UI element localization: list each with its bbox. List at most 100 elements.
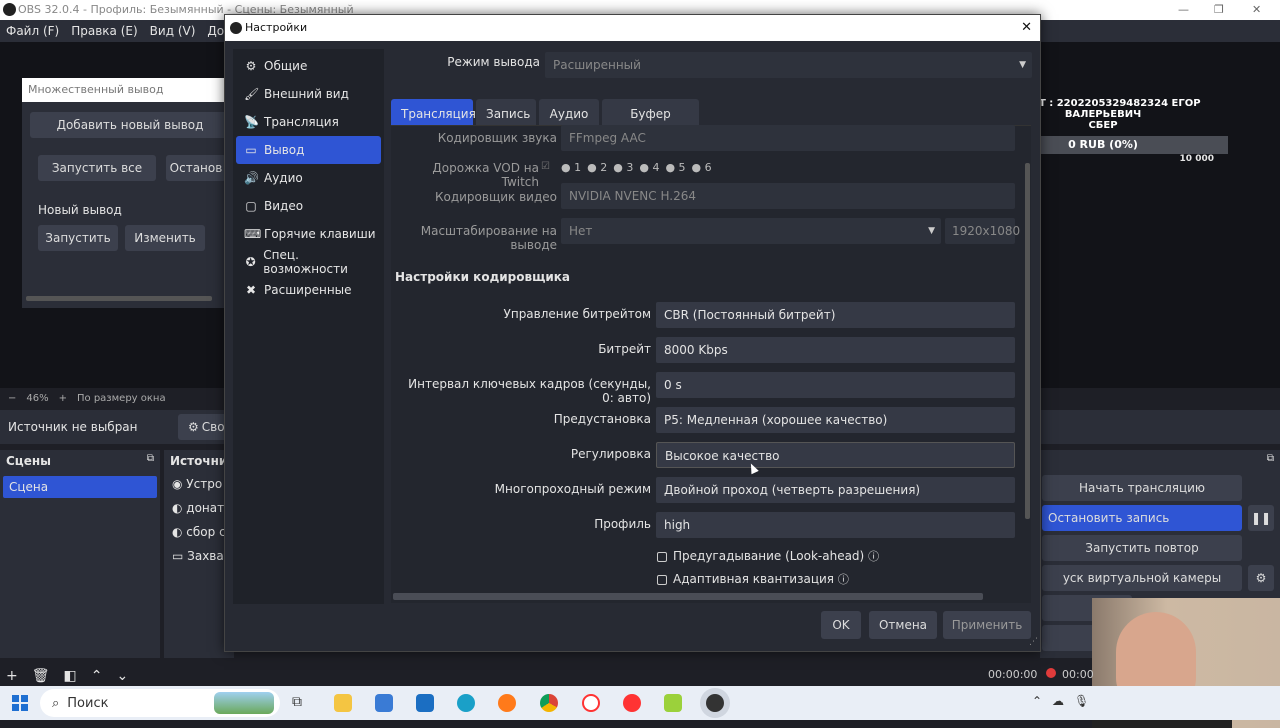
audio-encoder-field[interactable]: FFmpeg AAC [561,125,1015,151]
track-radio-4[interactable]: ● 4 [639,161,659,174]
tray-microphone-icon[interactable]: 🎙 [1074,694,1089,708]
track-radio-3[interactable]: ● 3 [613,161,633,174]
pause-record-button[interactable]: ❚❚ [1248,505,1274,531]
globe-icon: ◐ [172,525,187,539]
arrow-down-icon[interactable]: ⌄ [116,668,128,684]
scene-item[interactable]: Сцена [3,476,157,498]
vertical-scrollbar[interactable] [1025,163,1030,519]
yandex-browser-icon[interactable] [582,694,600,712]
properties-button[interactable]: ⚙ Сво [178,414,230,440]
firefox-icon[interactable] [498,694,516,712]
file-explorer-icon[interactable] [334,694,352,712]
edit-output-button[interactable]: Изменить [125,225,205,251]
source-status: Источник не выбран [8,420,138,434]
output-mode-select[interactable]: Расширенный ▼ [545,52,1032,78]
nav-label: Вывод [264,143,305,157]
stop-record-button[interactable]: Остановить запись [1042,505,1242,531]
virtual-camera-button[interactable]: уск виртуальной камеры [1042,565,1242,591]
rate-control-select[interactable]: CBR (Постоянный битрейт) [656,302,1015,328]
add-output-button[interactable]: Добавить новый вывод [30,112,230,138]
rescale-select[interactable]: Нет ▼ [561,218,941,244]
dock-float-icon[interactable]: ⧉ [147,453,154,464]
keyframe-input[interactable]: 0 s [656,372,1015,398]
menu-edit[interactable]: Правка (E) [71,24,137,38]
track-radio-2[interactable]: ● 2 [587,161,607,174]
tray-chevron-icon[interactable]: ⌃ [1032,694,1042,708]
video-encoder-field[interactable]: NVIDIA NVENC H.264 [561,183,1015,209]
multipass-label: Многопроходный режим [494,482,651,496]
tray-cloud-icon[interactable]: ☁ [1052,694,1064,708]
nav-stream[interactable]: 📡 Трансляция [236,108,381,136]
start-output-button[interactable]: Запустить [38,225,118,251]
store-icon[interactable] [375,694,393,712]
nav-label: Общие [264,59,308,73]
zoom-bar: − 46% + По размеру окна [0,388,230,408]
start-replay-button[interactable]: Запустить повтор [1042,535,1242,561]
yandex-icon[interactable] [623,694,641,712]
gear-icon: ⚙ [1255,571,1267,585]
outlook-icon[interactable] [416,694,434,712]
dock-scrollbar[interactable] [26,296,212,301]
checkbox-box [657,551,667,562]
arrow-up-icon[interactable]: ⌃ [91,668,103,684]
zoom-in-button[interactable]: + [59,393,67,404]
resize-grip-icon[interactable]: ⋰ [1029,637,1038,647]
preset-select[interactable]: P5: Медленная (хорошее качество) [656,407,1015,433]
bitrate-input[interactable]: 8000 Kbps [656,337,1015,363]
trash-icon[interactable]: 🗑 [32,668,50,684]
virtual-camera-settings-button[interactable]: ⚙ [1248,565,1274,591]
windows-start-icon[interactable] [12,695,28,711]
multipass-select[interactable]: Двойной проход (четверть разрешения) [656,477,1015,503]
twitch-vod-checkbox[interactable]: ☑ [541,161,550,172]
add-icon[interactable]: + [6,668,18,684]
track-radio-1[interactable]: ● 1 [561,161,581,174]
start-stream-button[interactable]: Начать трансляцию [1042,475,1242,501]
lookahead-checkbox[interactable]: Предугадывание (Look-ahead) ⓘ [657,548,879,564]
nav-advanced[interactable]: ✖ Расширенные [236,276,381,304]
taskbar-search[interactable]: ⌕ Поиск [40,689,280,717]
minimize-icon[interactable]: — [1178,0,1189,20]
lookahead-label: Предугадывание (Look-ahead) [673,549,865,563]
track-radio-6[interactable]: ● 6 [692,161,712,174]
keyboard-icon: ⌨ [244,227,262,241]
chrome-icon[interactable] [540,694,558,712]
nav-audio[interactable]: 🔊 Аудио [236,164,381,192]
live-app-icon[interactable] [664,694,682,712]
source-label: Устро [186,477,223,491]
edge-icon[interactable] [457,694,475,712]
apply-button[interactable]: Применить [943,611,1031,639]
filter-icon[interactable]: ◧ [64,668,77,684]
track-radio-5[interactable]: ● 5 [665,161,685,174]
menu-view[interactable]: Вид (V) [150,24,196,38]
obs-taskbar-icon[interactable] [706,694,724,712]
close-icon[interactable]: ✕ [1021,15,1032,41]
stop-all-button[interactable]: Останов [166,155,226,181]
aq-checkbox[interactable]: Адаптивная квантизация ⓘ [657,571,849,587]
task-view-icon[interactable]: ⧉ [292,694,302,710]
profile-select[interactable]: high [656,512,1015,538]
nav-hotkeys[interactable]: ⌨ Горячие клавиши [236,220,381,248]
zoom-out-button[interactable]: − [8,393,16,404]
help-icon[interactable]: ⓘ [838,573,849,586]
help-icon[interactable]: ⓘ [868,550,879,563]
track-label: 5 [678,161,686,174]
menu-file[interactable]: Файл (F) [6,24,59,38]
nav-general[interactable]: ⚙ Общие [236,52,381,80]
obs-logo-icon [230,22,242,34]
nav-output[interactable]: ▭ Вывод [236,136,381,164]
dock-float-icon[interactable]: ⧉ [1267,453,1274,464]
nav-accessibility[interactable]: ✪ Спец. возможности [236,248,381,276]
rescale-resolution[interactable]: 1920x1080 [945,218,1020,244]
nav-appearance[interactable]: 🖌 Внешний вид [236,80,381,108]
encoder-settings-title: Настройки кодировщика [395,270,571,284]
zoom-fit-label[interactable]: По размеру окна [77,393,166,404]
ok-button[interactable]: OK [821,611,861,639]
close-icon[interactable]: ✕ [1252,0,1261,20]
cancel-button[interactable]: Отмена [869,611,937,639]
start-all-button[interactable]: Запустить все [38,155,156,181]
tuning-select[interactable]: Высокое качество [656,442,1015,468]
maximize-icon[interactable]: ❐ [1214,0,1224,20]
horizontal-scrollbar[interactable] [393,593,983,600]
rescale-label: Масштабирование на выводе [420,224,557,252]
nav-video[interactable]: ▢ Видео [236,192,381,220]
